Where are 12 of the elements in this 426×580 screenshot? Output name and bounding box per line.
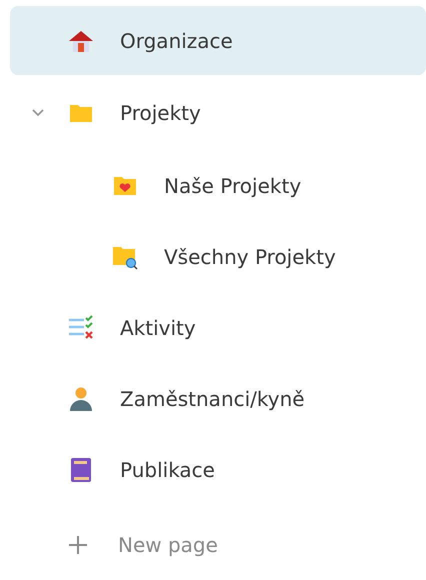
sidebar-item[interactable]: Publikace [10, 436, 426, 505]
sidebar-item[interactable]: Naše Projekty [10, 151, 426, 220]
chevron-icon[interactable] [32, 109, 44, 118]
sidebar-item[interactable]: Projekty [10, 77, 426, 150]
book-icon [68, 457, 94, 484]
sidebar-item[interactable]: Zaměstnanci/kyně [10, 364, 426, 434]
person-icon [68, 386, 94, 412]
sidebar-item[interactable]: Aktivity [10, 293, 426, 363]
sidebar-item[interactable]: Všechny Projekty [10, 222, 426, 292]
plus-icon [68, 535, 88, 556]
checklist-icon [68, 314, 94, 341]
sidebar-item[interactable]: Organizace [10, 6, 426, 76]
